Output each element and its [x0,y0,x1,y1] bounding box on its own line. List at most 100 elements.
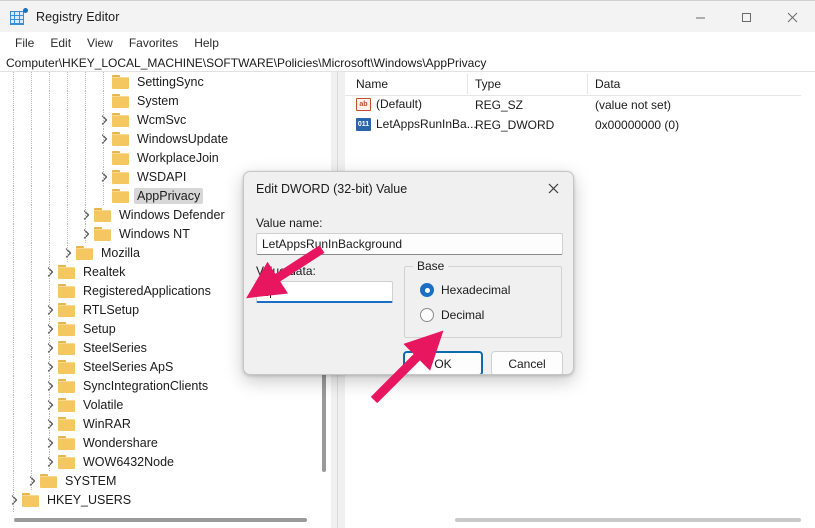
tree-guide-line [31,129,32,148]
tree-item-volatile[interactable]: Volatile [0,395,331,414]
tree-guide-line [13,110,14,129]
tree-guide-line [49,357,50,376]
tree-item-syncintegrationclients[interactable]: SyncIntegrationClients [0,376,331,395]
tree-guide-line [13,357,14,376]
window-controls [677,1,815,33]
tree-guide-line [49,205,50,224]
tree-item-label: HKEY_USERS [44,492,134,508]
chevron-right-icon[interactable] [42,433,58,452]
tree-guide-line [103,148,104,167]
menu-view[interactable]: View [79,34,121,53]
radio-decimal-indicator [420,308,434,322]
chevron-right-icon[interactable] [42,414,58,433]
chevron-right-icon[interactable] [42,300,58,319]
chevron-right-icon[interactable] [42,338,58,357]
table-row[interactable]: 011 LetAppsRunInBa... REG_DWORD 0x000000… [345,116,815,136]
tree-item-winrar[interactable]: WinRAR [0,414,331,433]
tree-hscrollbar-thumb[interactable] [14,518,307,522]
value-type-cell: REG_SZ [475,98,523,112]
title-bar: Registry Editor [0,0,815,32]
values-header-row: Name Type Data [345,72,815,96]
chevron-right-icon[interactable] [42,262,58,281]
tree-guide-line [67,91,68,110]
address-bar[interactable]: Computer\HKEY_LOCAL_MACHINE\SOFTWARE\Pol… [0,54,815,72]
chevron-right-icon[interactable] [24,471,40,490]
tree-guide-line [49,319,50,338]
column-header-data[interactable]: Data [595,77,620,91]
tree-item-label: SYSTEM [62,473,119,489]
tree-item-windowsupdate[interactable]: WindowsUpdate [0,129,331,148]
chevron-right-icon[interactable] [96,110,112,129]
tree-guide-line [85,129,86,148]
close-button[interactable] [769,1,815,33]
folder-icon [94,208,111,222]
folder-icon [58,417,75,431]
chevron-right-icon[interactable] [42,376,58,395]
column-header-type[interactable]: Type [475,77,501,91]
column-header-name[interactable]: Name [356,77,388,91]
chevron-right-icon[interactable] [6,490,22,509]
chevron-right-icon[interactable] [42,319,58,338]
tree-guide-line [49,452,50,471]
tree-item-settingsync[interactable]: SettingSync [0,72,331,91]
folder-icon [112,75,129,89]
values-rows: ab (Default) REG_SZ (value not set) 011 … [345,96,815,136]
tree-guide-line [31,452,32,471]
tree-guide-line [31,357,32,376]
tree-leaf-spacer [96,186,112,205]
value-name-input[interactable]: LetAppsRunInBackground [256,233,563,255]
menu-edit[interactable]: Edit [42,34,79,53]
tree-item-wcmsvc[interactable]: WcmSvc [0,110,331,129]
tree-guide-line [31,205,32,224]
menu-help[interactable]: Help [186,34,227,53]
tree-item-label: SettingSync [134,74,207,90]
tree-leaf-spacer [42,281,58,300]
ok-button[interactable]: OK [403,351,483,375]
chevron-right-icon[interactable] [96,167,112,186]
radio-hexadecimal-label: Hexadecimal [441,283,510,297]
chevron-right-icon[interactable] [42,357,58,376]
value-data-input[interactable]: 2 [256,281,393,303]
tree-guide-line [31,91,32,110]
value-name-text: LetAppsRunInBa... [376,117,477,131]
tree-item-label: RTLSetup [80,302,142,318]
menu-favorites[interactable]: Favorites [121,34,186,53]
tree-item-system[interactable]: SYSTEM [0,471,331,490]
tree-guide-line [49,414,50,433]
menu-file[interactable]: File [7,34,42,53]
values-vertical-scrollbar[interactable] [801,72,815,512]
folder-icon [58,322,75,336]
folder-icon [58,455,75,469]
tree-guide-line [49,129,50,148]
tree-leaf-spacer [96,148,112,167]
minimize-button[interactable] [677,1,723,33]
tree-guide-line [31,281,32,300]
radio-hexadecimal[interactable]: Hexadecimal [420,283,510,297]
chevron-right-icon[interactable] [78,205,94,224]
tree-guide-line [85,167,86,186]
radio-decimal[interactable]: Decimal [420,308,484,322]
value-data-cell: 0x00000000 (0) [595,118,679,132]
tree-guide-line [31,376,32,395]
chevron-right-icon[interactable] [42,452,58,471]
tree-item-wondershare[interactable]: Wondershare [0,433,331,452]
chevron-right-icon[interactable] [42,395,58,414]
tree-guide-line [13,243,14,262]
values-hscrollbar-thumb[interactable] [455,518,801,522]
tree-item-workplacejoin[interactable]: WorkplaceJoin [0,148,331,167]
values-horizontal-scrollbar[interactable] [345,512,815,528]
cancel-button[interactable]: Cancel [491,351,563,375]
chevron-right-icon[interactable] [96,129,112,148]
maximize-button[interactable] [723,1,769,33]
tree-item-wow6432node[interactable]: WOW6432Node [0,452,331,471]
tree-horizontal-scrollbar[interactable] [0,512,331,528]
tree-item-system[interactable]: System [0,91,331,110]
chevron-right-icon[interactable] [60,243,76,262]
table-row[interactable]: ab (Default) REG_SZ (value not set) [345,96,815,116]
tree-item-hkey-users[interactable]: HKEY_USERS [0,490,331,509]
close-icon[interactable] [533,172,573,204]
tree-item-label: AppPrivacy [134,188,203,204]
chevron-right-icon[interactable] [78,224,94,243]
string-value-icon: ab [356,98,371,111]
tree-guide-line [31,300,32,319]
